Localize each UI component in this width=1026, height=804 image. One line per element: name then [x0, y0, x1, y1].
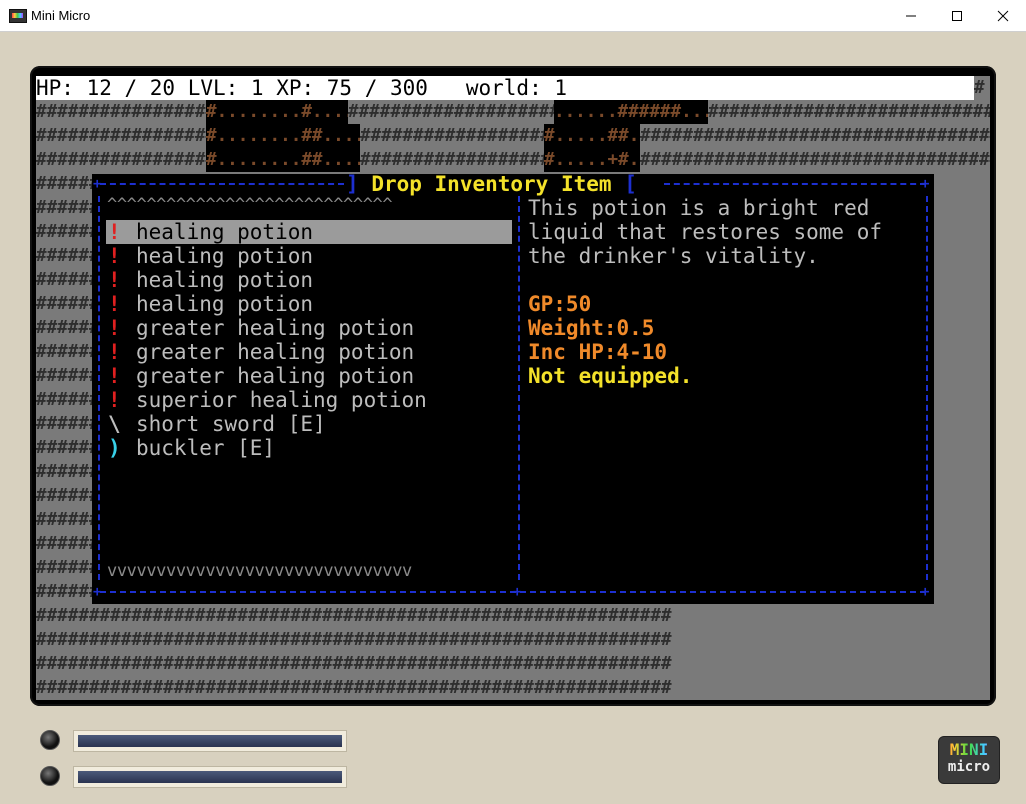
- inventory-item[interactable]: ! healing potion: [106, 220, 512, 244]
- power-knob[interactable]: [40, 730, 60, 750]
- inventory-item[interactable]: ) buckler [E]: [106, 436, 512, 460]
- wall-segment: ##############################: [360, 124, 544, 148]
- dialog-corner: +: [513, 584, 522, 600]
- dialog-border-left: [98, 196, 100, 580]
- item-glyph-icon: !: [108, 268, 121, 292]
- item-label: healing potion: [136, 268, 314, 292]
- dialog-border-right: [926, 196, 928, 580]
- status-hud: HP: 12 / 20 LVL: 1 XP: 75 / 300 world: 1: [36, 76, 974, 100]
- item-label: greater healing potion: [136, 340, 415, 364]
- dialog-corner: +: [93, 584, 102, 600]
- scroll-up-indicator[interactable]: ^^^^^^^^^^^^^^^^^^^^^^^^^^^^^: [107, 196, 513, 214]
- inventory-item[interactable]: ! superior healing potion: [106, 388, 512, 412]
- dialog-corner: +: [93, 176, 102, 192]
- app-icon: [9, 9, 27, 23]
- item-glyph-icon: ): [108, 436, 121, 460]
- item-glyph-icon: !: [108, 364, 121, 388]
- dialog-corner: +: [921, 176, 930, 192]
- window-title: Mini Micro: [31, 8, 91, 23]
- dialog-border-divider: [518, 196, 520, 580]
- disk-slot[interactable]: [74, 731, 346, 751]
- wall-segment: ##############################: [360, 148, 544, 172]
- scroll-down-indicator[interactable]: vvvvvvvvvvvvvvvvvvvvvvvvvvvvvvv: [107, 562, 513, 580]
- item-glyph-icon: !: [108, 292, 121, 316]
- wall-row: ########################################…: [36, 652, 990, 676]
- wall-segment: ##############################: [36, 124, 206, 148]
- maximize-icon[interactable]: [934, 0, 980, 31]
- inventory-item[interactable]: ! greater healing potion: [106, 316, 512, 340]
- item-label: healing potion: [136, 244, 314, 268]
- inventory-item[interactable]: ! healing potion: [106, 268, 512, 292]
- floor-segment: #........##........##........#: [206, 124, 360, 148]
- inventory-item[interactable]: ! healing potion: [106, 244, 512, 268]
- wall-segment: ##############################: [36, 148, 206, 172]
- hud-edge-wall: #: [974, 76, 990, 100]
- wall-row: ########################################…: [36, 676, 990, 700]
- floor-segment: #........#........#........: [206, 100, 348, 124]
- item-glyph-icon: !: [108, 316, 121, 340]
- wall-row: ########################################…: [36, 604, 990, 628]
- description-line: This potion is a bright red: [528, 196, 870, 220]
- wall-segment: ########################################…: [640, 148, 990, 172]
- item-stat: Not equipped.: [528, 364, 693, 388]
- item-label: buckler [E]: [136, 436, 276, 460]
- wall-row: ########################################…: [36, 628, 990, 652]
- floor-segment: ......######......######......######: [554, 100, 708, 124]
- inventory-list: ! healing potion! healing potion! healing p…: [106, 220, 512, 460]
- inventory-item[interactable]: ! healing potion: [106, 292, 512, 316]
- map-row: ###############################........#…: [36, 124, 990, 148]
- item-stat: Inc HP:4-10: [528, 340, 668, 364]
- power-knob[interactable]: [40, 766, 60, 786]
- item-stat: Weight:0.5: [528, 316, 655, 340]
- description-line: the drinker's vitality.: [528, 244, 819, 268]
- item-label: superior healing potion: [136, 388, 427, 412]
- close-icon[interactable]: [980, 0, 1026, 31]
- inventory-item[interactable]: ! greater healing potion: [106, 340, 512, 364]
- item-glyph-icon: !: [108, 244, 121, 268]
- item-label: short sword [E]: [136, 412, 326, 436]
- item-label: healing potion: [136, 292, 314, 316]
- item-glyph-icon: \: [108, 412, 121, 436]
- wall-segment: ########################################…: [640, 124, 990, 148]
- mini-micro-logo: MINI micro: [938, 736, 1000, 784]
- description-line: liquid that restores some of: [528, 220, 883, 244]
- floor-segment: #.....+#.....+#.....+: [544, 148, 640, 172]
- item-label: greater healing potion: [136, 364, 415, 388]
- dialog-corner: +: [921, 584, 930, 600]
- disk-slot[interactable]: [74, 767, 346, 787]
- dialog-title: ] Drop Inventory Item [: [346, 172, 637, 196]
- item-glyph-icon: !: [108, 388, 121, 412]
- wall-segment: ##############################: [36, 100, 206, 124]
- floor-segment: #........##........##........#: [206, 148, 360, 172]
- map-row: ###############################........#…: [36, 100, 990, 124]
- item-glyph-icon: !: [108, 340, 121, 364]
- dialog-border-top-left: [100, 183, 344, 185]
- wall-segment: ########################################…: [348, 100, 554, 124]
- map-row: ###############################........#…: [36, 148, 990, 172]
- floor-segment: #.....##.....##.....#: [544, 124, 640, 148]
- dialog-border-top-right: [664, 183, 926, 185]
- wall-segment: ########################################…: [708, 100, 990, 124]
- window-titlebar: Mini Micro: [0, 0, 1026, 32]
- inventory-item[interactable]: \ short sword [E]: [106, 412, 512, 436]
- item-label: healing potion: [136, 220, 314, 244]
- inventory-item[interactable]: ! greater healing potion: [106, 364, 512, 388]
- item-description: This potion is a bright red liquid that r…: [528, 196, 924, 268]
- item-glyph-icon: !: [108, 220, 121, 244]
- minimize-icon[interactable]: [888, 0, 934, 31]
- item-stat: GP:50: [528, 292, 592, 316]
- item-label: greater healing potion: [136, 316, 415, 340]
